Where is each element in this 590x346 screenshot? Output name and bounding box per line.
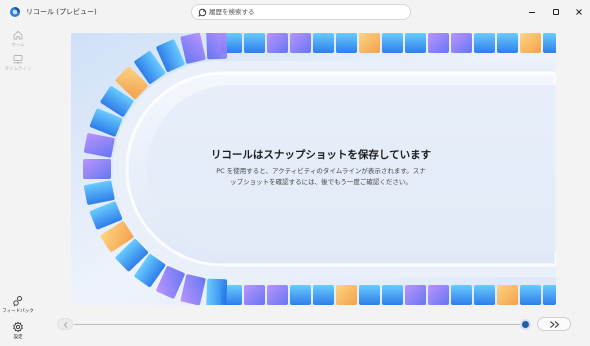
search-box[interactable]: 履歴を検索する <box>191 4 411 20</box>
close-icon[interactable] <box>573 6 585 18</box>
search-icon <box>198 8 207 17</box>
nav-timeline[interactable]: タイムライン <box>0 53 36 73</box>
fast-forward-icon <box>550 321 560 328</box>
minimize-icon[interactable] <box>526 6 538 18</box>
nav-home-label: ホーム <box>11 43 25 48</box>
maximize-icon[interactable] <box>550 6 562 18</box>
timeline-track[interactable] <box>74 324 526 325</box>
window-title: リコール (プレビュー) <box>26 8 97 16</box>
snapshot-viewer: リコールはスナップショットを保存しています PC を使用すると、アクティビティの… <box>71 33 556 305</box>
status-description: PC を使用すると、アクティビティのタイムラインが表示されます。スナップショット… <box>216 167 426 186</box>
status-title: リコールはスナップショットを保存しています <box>210 149 432 161</box>
nav-feedback[interactable]: フィードバック <box>0 295 36 315</box>
search-placeholder[interactable]: 履歴を検索する <box>209 7 255 18</box>
nav-timeline-label: タイムライン <box>4 67 32 72</box>
nav-settings-label: 設定 <box>13 335 23 340</box>
feedback-icon <box>13 296 22 307</box>
title-bar: リコール (プレビュー) 履歴を検索する <box>0 0 590 24</box>
recall-app-icon <box>10 7 20 17</box>
nav-home[interactable]: ホーム <box>0 29 36 49</box>
home-icon <box>13 30 23 40</box>
timeline-icon <box>13 55 23 64</box>
nav-settings[interactable]: 設定 <box>0 321 36 341</box>
gear-icon <box>13 321 23 333</box>
timeline-prev-button[interactable] <box>57 318 73 330</box>
status-message: リコールはスナップショットを保存しています PC を使用すると、アクティビティの… <box>171 147 471 188</box>
nav-feedback-label: フィードバック <box>2 309 34 314</box>
timeline-thumb[interactable] <box>520 319 531 330</box>
jump-to-latest-button[interactable] <box>537 317 571 331</box>
chevron-left-icon <box>63 322 68 328</box>
